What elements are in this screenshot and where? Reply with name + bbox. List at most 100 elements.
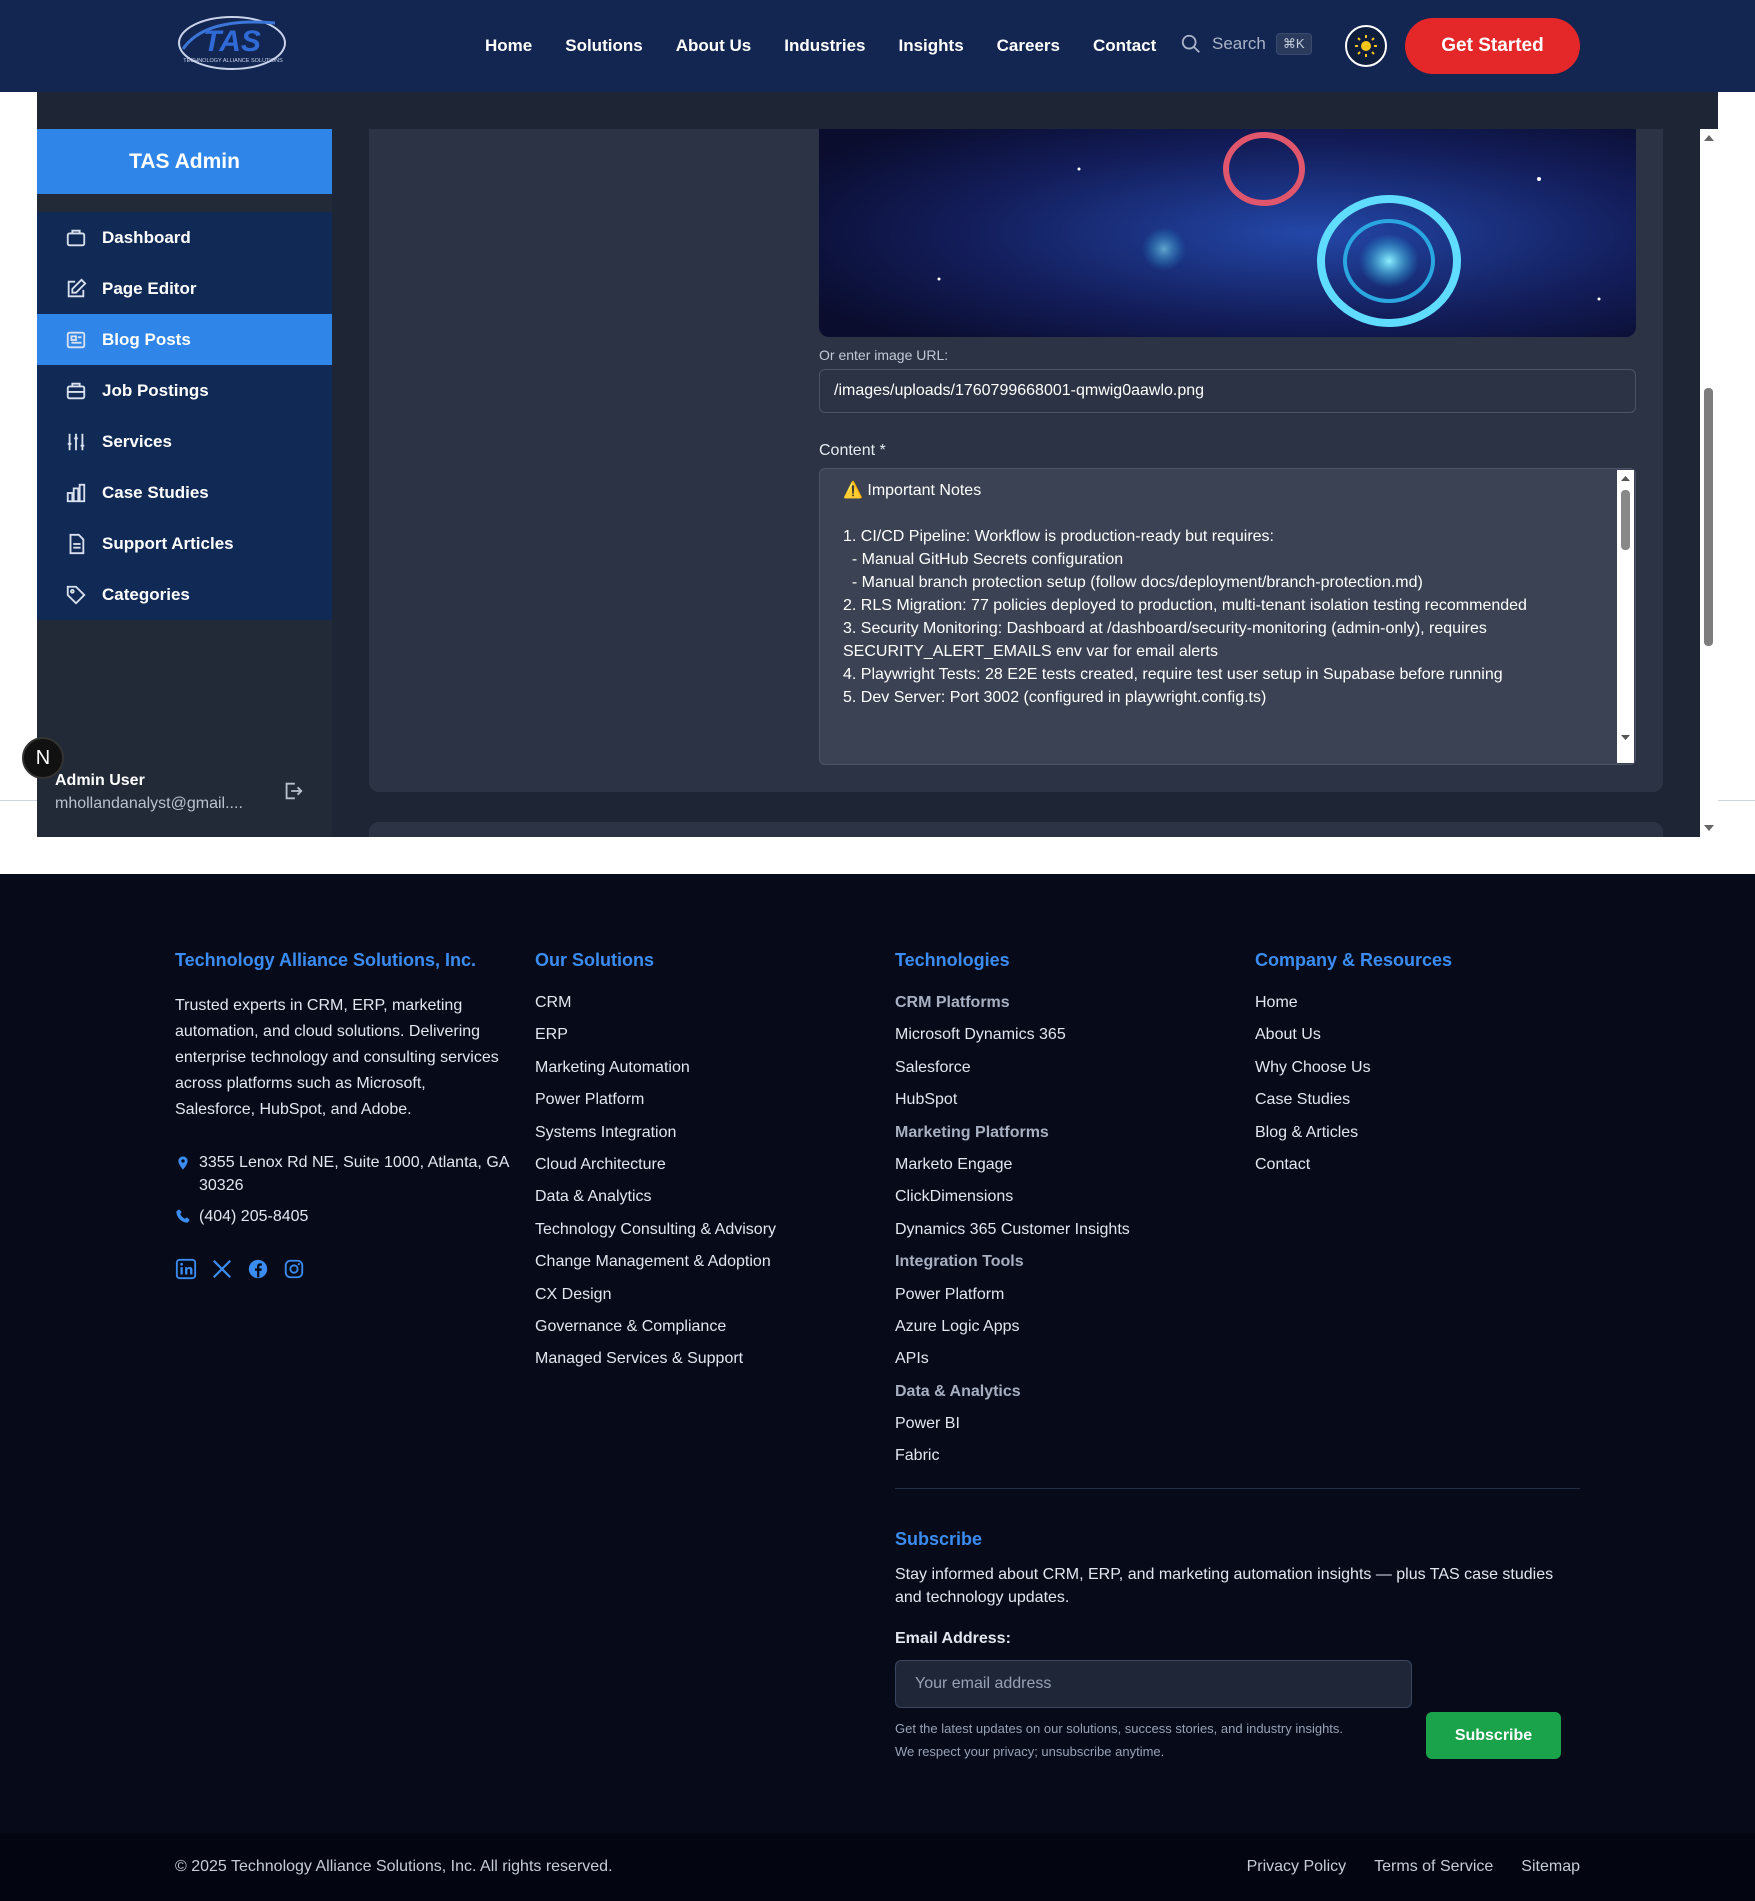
nav-industries[interactable]: Industries [784, 36, 865, 56]
sidebar-item-dashboard[interactable]: Dashboard [37, 212, 332, 263]
top-navbar: TAS TECHNOLOGY ALLIANCE SOLUTIONS Home S… [0, 0, 1755, 92]
footer-link[interactable]: Managed Services & Support [535, 1343, 776, 1375]
next-card [369, 822, 1663, 837]
sidebar-item-case-studies[interactable]: Case Studies [37, 467, 332, 518]
footer-company-col: Technology Alliance Solutions, Inc. Trus… [175, 874, 509, 1280]
footer-link[interactable]: Cloud Architecture [535, 1149, 776, 1181]
footer-link[interactable]: Technology Consulting & Advisory [535, 1214, 776, 1246]
content-line: - Manual GitHub Secrets configuration [843, 551, 1124, 568]
image-url-input[interactable]: /images/uploads/1760799668001-qmwig0aawl… [819, 369, 1636, 413]
content-line: 5. Dev Server: Port 3002 (configured in … [843, 689, 1267, 706]
sidebar-item-label: Blog Posts [102, 329, 191, 349]
linkedin-icon[interactable] [175, 1258, 197, 1280]
logout-button[interactable] [282, 780, 304, 807]
sidebar-item-label: Support Articles [102, 533, 234, 553]
footer-link[interactable]: Governance & Compliance [535, 1311, 776, 1343]
footer-link[interactable]: Marketo Engage [895, 1149, 1130, 1181]
content-line: 3. Security Monitoring: Dashboard at /da… [843, 620, 1492, 660]
content-line: 1. CI/CD Pipeline: Workflow is productio… [843, 528, 1274, 545]
footer-link[interactable]: CRM [535, 987, 776, 1019]
nav-home[interactable]: Home [485, 36, 532, 56]
sidebar-item-label: Services [102, 431, 172, 451]
sidebar-item-blog-posts[interactable]: Blog Posts [37, 314, 332, 365]
sidebar-title: TAS Admin [37, 129, 332, 194]
footer-link[interactable]: APIs [895, 1343, 1130, 1375]
sidebar-item-support-articles[interactable]: Support Articles [37, 518, 332, 569]
search-icon [1181, 34, 1200, 53]
sidebar-item-services[interactable]: Services [37, 416, 332, 467]
email-label: Email Address: [895, 1630, 1011, 1647]
search-button[interactable]: Search ⌘K [1180, 33, 1312, 55]
subscribe-description: Stay informed about CRM, ERP, and market… [895, 1566, 1554, 1606]
email-input[interactable]: Your email address [895, 1660, 1412, 1708]
sidebar-item-label: Job Postings [102, 380, 209, 400]
footer-link[interactable]: Microsoft Dynamics 365 [895, 1019, 1130, 1051]
footer-link[interactable]: Home [1255, 987, 1452, 1019]
footer-address: 3355 Lenox Rd NE, Suite 1000, Atlanta, G… [175, 1151, 509, 1197]
tech-category: Data & Analytics [895, 1382, 1021, 1400]
subscribe-button[interactable]: Subscribe [1426, 1712, 1561, 1759]
get-started-button[interactable]: Get Started [1405, 18, 1580, 74]
footer-legal-links: Privacy Policy Terms of Service Sitemap [1247, 1858, 1580, 1876]
footer-link[interactable]: Why Choose Us [1255, 1052, 1452, 1084]
content-textarea[interactable]: ⚠️ Important Notes 1. CI/CD Pipeline: Wo… [819, 468, 1636, 765]
footer-link[interactable]: Change Management & Adoption [535, 1246, 776, 1278]
footer-link[interactable]: Case Studies [1255, 1084, 1452, 1116]
tech-category: Marketing Platforms [895, 1123, 1049, 1141]
footer-link[interactable]: HubSpot [895, 1084, 1130, 1116]
sidebar-item-job-postings[interactable]: Job Postings [37, 365, 332, 416]
phone-icon [176, 1209, 190, 1223]
subscribe-note: Get the latest updates on our solutions,… [895, 1721, 1344, 1759]
nav-about-us[interactable]: About Us [676, 36, 752, 56]
footer-link[interactable]: ERP [535, 1019, 776, 1051]
footer-resources-col: Company & Resources Home About Us Why Ch… [1255, 874, 1452, 1181]
textarea-scroll-thumb[interactable] [1621, 490, 1630, 550]
footer-link[interactable]: Power Platform [535, 1084, 776, 1116]
footer-link[interactable]: Contact [1255, 1149, 1452, 1181]
page-scroll-thumb[interactable] [1704, 388, 1713, 646]
x-twitter-icon[interactable] [211, 1258, 233, 1280]
newspaper-icon [66, 331, 86, 348]
sidebar-item-categories[interactable]: Categories [37, 569, 332, 620]
nav-contact[interactable]: Contact [1093, 36, 1156, 56]
footer-link[interactable]: Systems Integration [535, 1117, 776, 1149]
footer-link[interactable]: About Us [1255, 1019, 1452, 1051]
footer-link[interactable]: ClickDimensions [895, 1181, 1130, 1213]
footer-link[interactable]: CX Design [535, 1279, 776, 1311]
footer-link[interactable]: Blog & Articles [1255, 1117, 1452, 1149]
instagram-icon[interactable] [283, 1258, 305, 1280]
terms-of-service-link[interactable]: Terms of Service [1374, 1858, 1493, 1876]
sitemap-link[interactable]: Sitemap [1521, 1858, 1580, 1876]
subscribe-heading: Subscribe [895, 1529, 983, 1549]
footer-link[interactable]: Power BI [895, 1408, 1130, 1440]
tas-logo[interactable]: TAS TECHNOLOGY ALLIANCE SOLUTIONS [175, 13, 290, 75]
footer-technologies-heading: Technologies [895, 950, 1010, 970]
briefcase-icon [66, 229, 86, 246]
sidebar-item-page-editor[interactable]: Page Editor [37, 263, 332, 314]
footer-link[interactable]: Power Platform [895, 1279, 1130, 1311]
nav-careers[interactable]: Careers [997, 36, 1060, 56]
facebook-icon[interactable] [247, 1258, 269, 1280]
privacy-policy-link[interactable]: Privacy Policy [1247, 1858, 1347, 1876]
featured-image-preview [819, 129, 1636, 337]
footer-link[interactable]: Marketing Automation [535, 1052, 776, 1084]
footer-link[interactable]: Dynamics 365 Customer Insights [895, 1214, 1130, 1246]
footer-link[interactable]: Salesforce [895, 1052, 1130, 1084]
theme-toggle-button[interactable] [1345, 25, 1387, 67]
footer-technologies-col: Technologies CRM Platforms Microsoft Dyn… [895, 874, 1130, 1473]
tech-category: Integration Tools [895, 1253, 1024, 1271]
footer-phone[interactable]: (404) 205-8405 [175, 1205, 509, 1228]
nav-solutions[interactable]: Solutions [565, 36, 642, 56]
scroll-up-icon [1621, 476, 1630, 481]
sliders-icon [67, 433, 85, 450]
main-nav: Home Solutions About Us Industries Insig… [485, 0, 1189, 92]
image-url-label: Or enter image URL: [819, 347, 949, 363]
scroll-up-icon [1704, 135, 1714, 141]
footer-link[interactable]: Azure Logic Apps [895, 1311, 1130, 1343]
footer-solutions-heading: Our Solutions [535, 950, 654, 970]
next-dev-badge[interactable]: N [22, 737, 64, 779]
nav-insights[interactable]: Insights [898, 36, 963, 56]
footer-link[interactable]: Fabric [895, 1440, 1130, 1472]
footer-link[interactable]: Data & Analytics [535, 1181, 776, 1213]
content-line [843, 502, 1595, 525]
